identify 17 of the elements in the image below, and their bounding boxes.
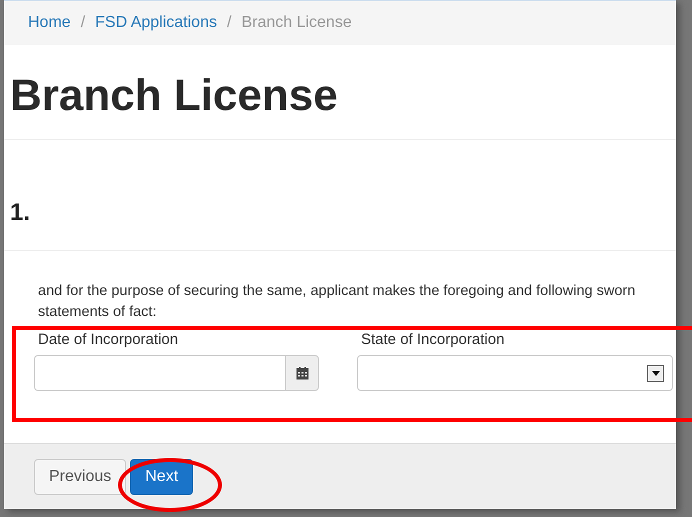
next-button[interactable]: Next [130, 458, 194, 494]
calendar-icon [296, 366, 308, 380]
field-label: State of Incorporation [360, 331, 506, 348]
state-dropdown[interactable] [357, 355, 673, 391]
section-number: 1. [10, 198, 32, 228]
current-page-text: Branch License [241, 14, 352, 32]
statement-text: and for the purpose of securing the same, applicant makes the foregoing and following sworn statements of fact: [38, 282, 636, 322]
dropdown-caret-icon [652, 370, 660, 376]
page-title: Branch License [10, 71, 339, 121]
breadcrumb-link[interactable]: FSD Applications [95, 14, 217, 32]
previous-button[interactable]: Previous [34, 458, 126, 494]
calendar-button[interactable] [285, 355, 319, 391]
date-input[interactable] [34, 355, 285, 391]
breadcrumb-link[interactable]: Home [28, 14, 71, 32]
breadcrumb-separator: / [80, 14, 86, 32]
field-label: Date of Incorporation [37, 331, 180, 348]
breadcrumb-separator: / [226, 14, 232, 32]
